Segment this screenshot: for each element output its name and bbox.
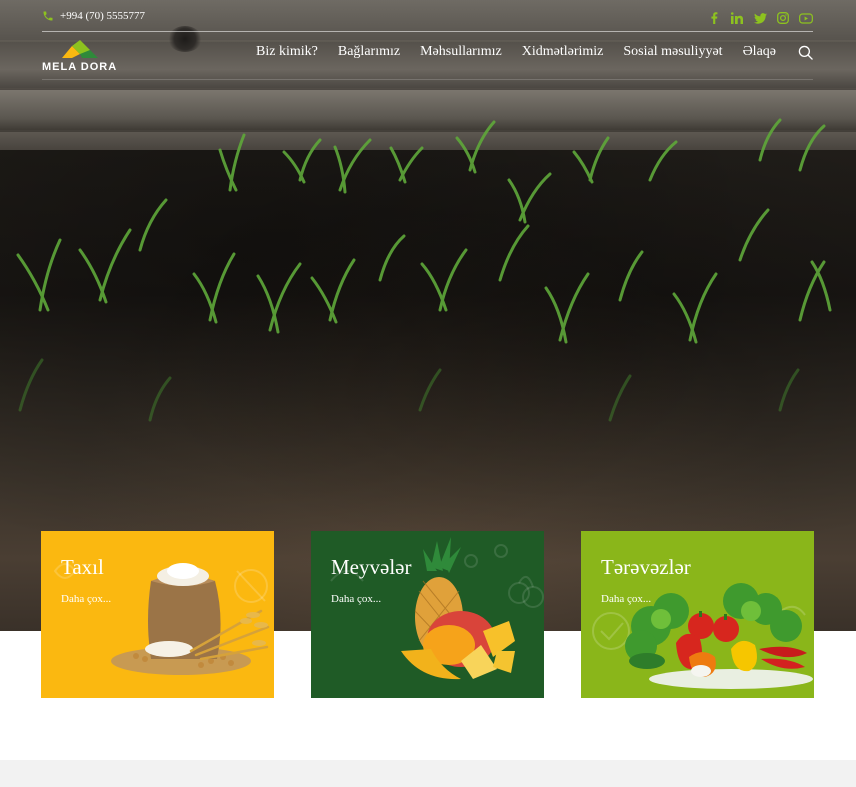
seedlings-illustration [16, 118, 832, 422]
nav-divider [42, 79, 813, 80]
nav-item-about[interactable]: Biz kimik? [256, 44, 318, 60]
twitter-icon[interactable] [753, 11, 767, 25]
social-links [707, 11, 813, 25]
phone-icon [42, 10, 54, 22]
nav-item-contact[interactable]: Əlaqə [743, 44, 776, 60]
phone-contact[interactable]: +994 (70) 5555777 [42, 10, 145, 22]
phone-number: +994 (70) 5555777 [60, 10, 146, 22]
linkedin-icon[interactable] [730, 11, 744, 25]
search-icon[interactable] [798, 45, 813, 60]
card-title: Meyvələr [331, 555, 412, 579]
card-more-link[interactable]: Daha çox... [331, 593, 381, 605]
main-nav: Biz kimik? Bağlarımız Məhsullarımız Xidm… [256, 44, 813, 60]
card-title: Tərəvəzlər [601, 555, 691, 579]
category-card-grains[interactable]: Taxıl Daha çox... [41, 531, 274, 698]
facebook-icon[interactable] [707, 11, 721, 25]
brand-name: MELA DORA [42, 61, 118, 73]
card-more-link[interactable]: Daha çox... [61, 593, 111, 605]
nav-item-social-responsibility[interactable]: Sosial məsuliyyət [623, 44, 722, 60]
card-more-link[interactable]: Daha çox... [601, 593, 651, 605]
logo-mark-icon [62, 40, 98, 58]
section-divider [0, 760, 856, 787]
card-title: Taxıl [61, 555, 104, 579]
header-divider [42, 31, 813, 32]
nav-item-products[interactable]: Məhsullarımız [420, 44, 502, 60]
category-card-vegetables[interactable]: Tərəvəzlər Daha çox... [581, 531, 814, 698]
brand-logo[interactable]: MELA DORA [42, 40, 122, 74]
nav-item-gardens[interactable]: Bağlarımız [338, 44, 400, 60]
nav-item-services[interactable]: Xidmətlərimiz [522, 44, 604, 60]
instagram-icon[interactable] [776, 11, 790, 25]
youtube-icon[interactable] [799, 11, 813, 25]
top-bar: +994 (70) 5555777 [42, 8, 813, 30]
category-card-fruits[interactable]: Meyvələr Daha çox... [311, 531, 544, 698]
